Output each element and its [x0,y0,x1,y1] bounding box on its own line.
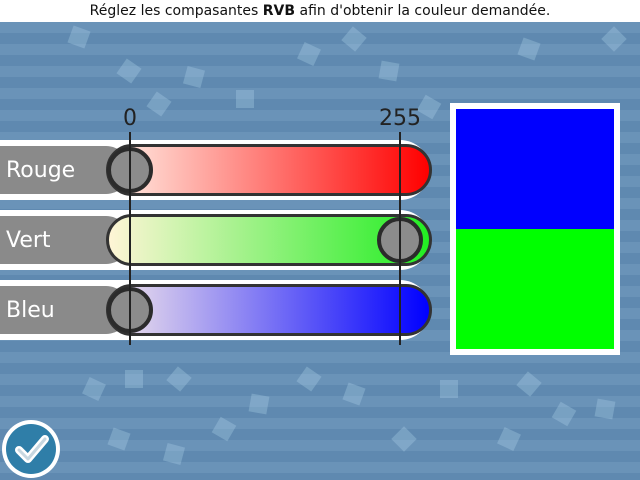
instruction-emphasis: RVB [262,3,296,19]
slider-label-blue: Bleu [6,298,55,323]
slider-row-red: Rouge [0,140,432,200]
validate-button[interactable] [2,420,60,478]
scale-min-label: 0 [123,106,137,131]
slider-track-red[interactable] [106,144,432,196]
instruction-text-start: Réglez les compasantes [89,3,263,19]
slider-label-green: Vert [6,228,51,253]
current-color-swatch [456,229,614,349]
slider-track-blue[interactable] [106,284,432,336]
slider-row-blue: Bleu [0,280,432,340]
slider-label-red: Rouge [6,158,76,183]
scale-max-line [399,132,401,345]
color-preview [450,103,620,355]
slider-row-green: Vert [0,210,432,270]
target-color-swatch [456,109,614,229]
scale-max-label: 255 [379,106,421,131]
check-icon [15,435,49,463]
instruction-bar: Réglez les compasantes RVB afin d'obteni… [0,0,640,22]
instruction-text-end: afin d'obtenir la couleur demandée. [295,3,551,19]
scale-min-line [129,132,131,345]
